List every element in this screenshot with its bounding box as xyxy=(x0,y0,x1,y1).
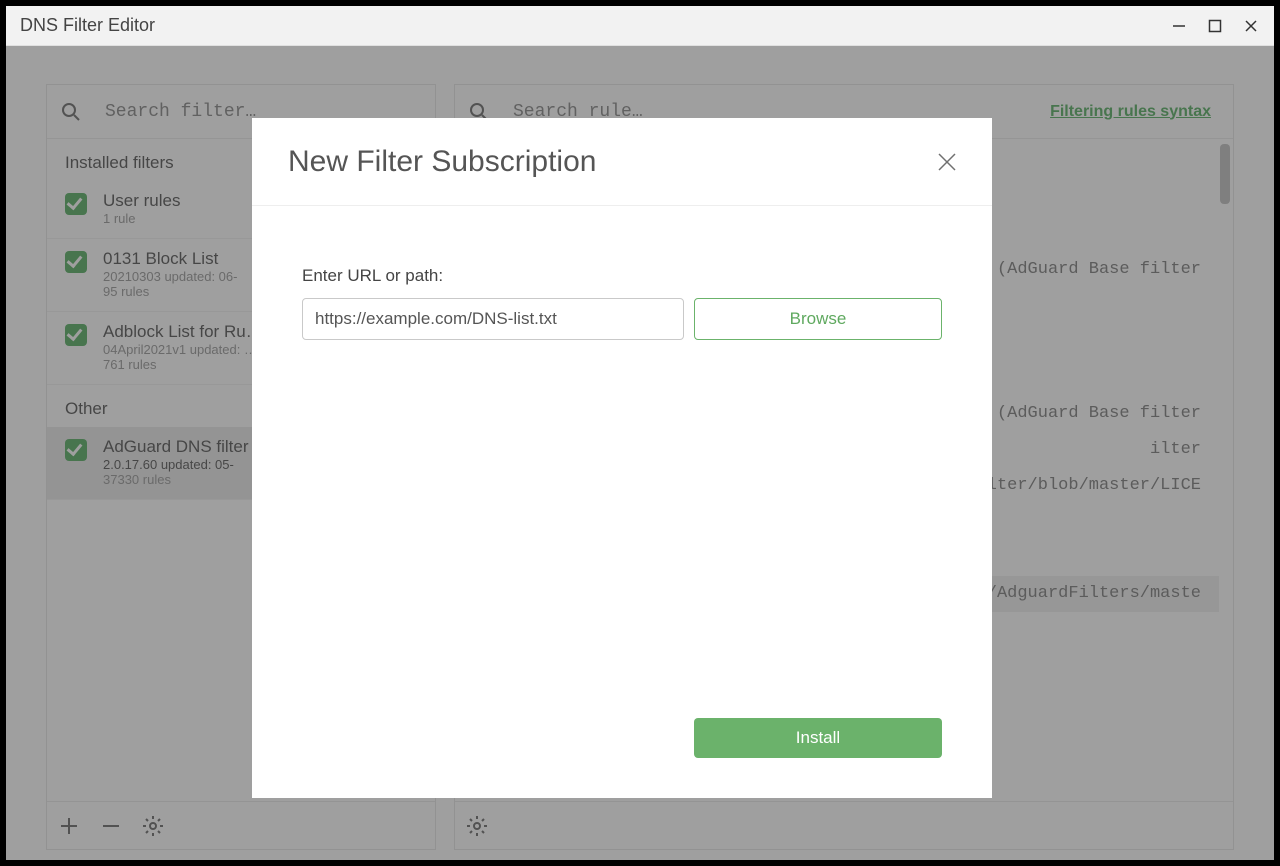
dialog-header: New Filter Subscription xyxy=(252,118,992,206)
new-filter-subscription-dialog: New Filter Subscription Enter URL or pat… xyxy=(252,118,992,798)
install-button[interactable]: Install xyxy=(694,718,942,758)
titlebar: DNS Filter Editor xyxy=(6,6,1274,46)
app-title: DNS Filter Editor xyxy=(20,15,155,36)
install-button-label: Install xyxy=(796,728,840,748)
dialog-footer: Install xyxy=(252,718,992,798)
dialog-body: Enter URL or path: Browse xyxy=(252,206,992,718)
maximize-button[interactable] xyxy=(1206,17,1224,35)
app-window: DNS Filter Editor Installed filt xyxy=(6,6,1274,860)
minimize-button[interactable] xyxy=(1170,17,1188,35)
minimize-icon xyxy=(1172,19,1186,33)
dialog-close-button[interactable] xyxy=(938,153,956,171)
browse-button-label: Browse xyxy=(790,309,847,329)
dialog-title: New Filter Subscription xyxy=(288,145,596,179)
x-icon xyxy=(1244,19,1258,33)
url-row: Browse xyxy=(302,298,942,340)
window-controls xyxy=(1170,17,1260,35)
close-icon xyxy=(938,153,956,171)
url-input[interactable] xyxy=(302,298,684,340)
close-window-button[interactable] xyxy=(1242,17,1260,35)
url-label: Enter URL or path: xyxy=(302,266,942,286)
browse-button[interactable]: Browse xyxy=(694,298,942,340)
maximize-icon xyxy=(1208,19,1222,33)
